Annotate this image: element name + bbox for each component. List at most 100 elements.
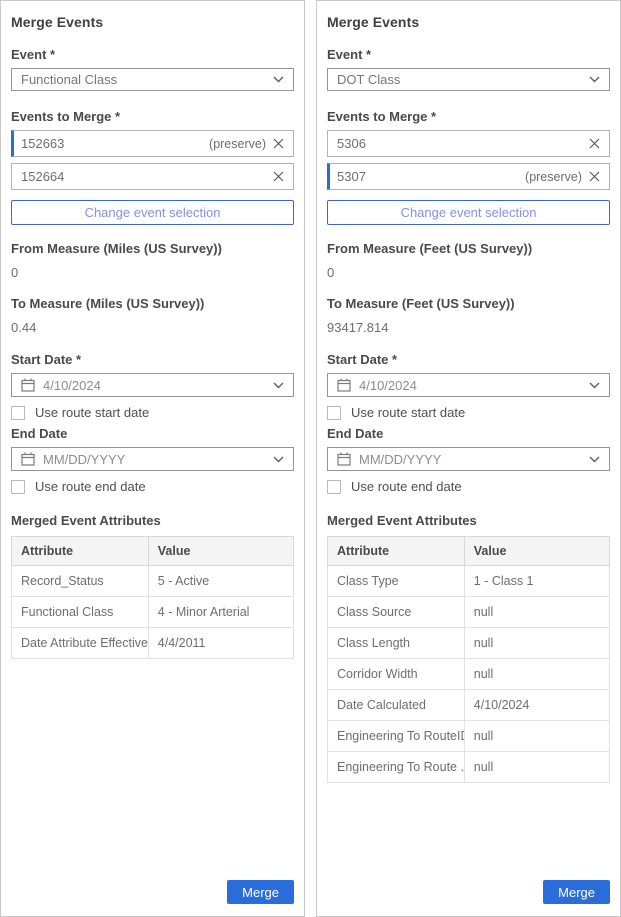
use-route-start-date-row: Use route start date bbox=[11, 405, 294, 420]
chevron-down-icon bbox=[273, 382, 284, 389]
end-date-input[interactable]: MM/DD/YYYY bbox=[11, 447, 294, 471]
start-date-value: 4/10/2024 bbox=[359, 378, 581, 393]
table-row: Record_Status 5 - Active bbox=[12, 566, 294, 597]
preserve-badge: (preserve) bbox=[525, 170, 582, 184]
end-date-input[interactable]: MM/DD/YYYY bbox=[327, 447, 610, 471]
value-header: Value bbox=[148, 537, 293, 566]
end-date-value: MM/DD/YYYY bbox=[43, 452, 265, 467]
attribute-cell: Corridor Width bbox=[328, 659, 465, 690]
attribute-cell: Engineering To Route ... bbox=[328, 752, 465, 783]
chevron-down-icon bbox=[589, 76, 600, 83]
merge-events-panel-left: Merge Events Event * Functional Class Ev… bbox=[0, 0, 305, 917]
change-event-selection-button[interactable]: Change event selection bbox=[327, 200, 610, 225]
event-select-value: Functional Class bbox=[21, 72, 117, 87]
table-row: Corridor Width null bbox=[328, 659, 610, 690]
attribute-cell: Class Type bbox=[328, 566, 465, 597]
table-row: Class Type 1 - Class 1 bbox=[328, 566, 610, 597]
start-date-input[interactable]: 4/10/2024 bbox=[327, 373, 610, 397]
value-cell: null bbox=[464, 628, 609, 659]
merged-attributes-table: Attribute Value Class Type 1 - Class 1 C… bbox=[327, 536, 610, 783]
events-to-merge-label: Events to Merge * bbox=[327, 109, 610, 124]
from-measure-value: 0 bbox=[11, 265, 294, 280]
attribute-header: Attribute bbox=[328, 537, 465, 566]
use-route-start-date-label: Use route start date bbox=[35, 405, 149, 420]
calendar-icon bbox=[337, 378, 351, 392]
table-row: Class Length null bbox=[328, 628, 610, 659]
use-route-end-date-checkbox[interactable] bbox=[327, 480, 341, 494]
to-measure-value: 93417.814 bbox=[327, 320, 610, 335]
attribute-cell: Class Source bbox=[328, 597, 465, 628]
value-cell: 4/10/2024 bbox=[464, 690, 609, 721]
remove-event-button[interactable] bbox=[273, 171, 284, 182]
to-measure-label: To Measure (Miles (US Survey)) bbox=[11, 296, 294, 311]
start-date-label: Start Date * bbox=[327, 352, 610, 367]
use-route-start-date-row: Use route start date bbox=[327, 405, 610, 420]
table-row: Engineering To RouteID null bbox=[328, 721, 610, 752]
end-date-label: End Date bbox=[327, 426, 610, 441]
event-label: Event * bbox=[11, 47, 294, 62]
calendar-icon bbox=[21, 452, 35, 466]
merged-attributes-label: Merged Event Attributes bbox=[327, 513, 610, 528]
attribute-header: Attribute bbox=[12, 537, 149, 566]
event-id: 5307 bbox=[337, 169, 366, 184]
event-label: Event * bbox=[327, 47, 610, 62]
merge-event-item[interactable]: 5307 (preserve) bbox=[327, 163, 610, 190]
change-event-selection-button[interactable]: Change event selection bbox=[11, 200, 294, 225]
chevron-down-icon bbox=[589, 456, 600, 463]
table-header-row: Attribute Value bbox=[328, 537, 610, 566]
remove-event-button[interactable] bbox=[589, 171, 600, 182]
merge-event-item[interactable]: 152663 (preserve) bbox=[11, 130, 294, 157]
calendar-icon bbox=[21, 378, 35, 392]
end-date-label: End Date bbox=[11, 426, 294, 441]
use-route-end-date-label: Use route end date bbox=[35, 479, 146, 494]
close-icon bbox=[273, 138, 284, 149]
to-measure-label: To Measure (Feet (US Survey)) bbox=[327, 296, 610, 311]
start-date-value: 4/10/2024 bbox=[43, 378, 265, 393]
from-measure-value: 0 bbox=[327, 265, 610, 280]
event-select[interactable]: DOT Class bbox=[327, 68, 610, 91]
value-cell: null bbox=[464, 659, 609, 690]
value-cell: 4/4/2011 bbox=[148, 628, 293, 659]
start-date-input[interactable]: 4/10/2024 bbox=[11, 373, 294, 397]
attribute-cell: Date Attribute Effective bbox=[12, 628, 149, 659]
attribute-cell: Functional Class bbox=[12, 597, 149, 628]
attribute-cell: Record_Status bbox=[12, 566, 149, 597]
from-measure-label: From Measure (Feet (US Survey)) bbox=[327, 241, 610, 256]
close-icon bbox=[273, 171, 284, 182]
end-date-value: MM/DD/YYYY bbox=[359, 452, 581, 467]
merge-event-item[interactable]: 152664 bbox=[11, 163, 294, 190]
merged-attributes-table: Attribute Value Record_Status 5 - Active… bbox=[11, 536, 294, 659]
merge-button[interactable]: Merge bbox=[227, 880, 294, 904]
value-header: Value bbox=[464, 537, 609, 566]
use-route-end-date-row: Use route end date bbox=[327, 479, 610, 494]
value-cell: 5 - Active bbox=[148, 566, 293, 597]
value-cell: null bbox=[464, 597, 609, 628]
panel-footer: Merge bbox=[11, 880, 294, 904]
event-select-value: DOT Class bbox=[337, 72, 400, 87]
merge-event-item[interactable]: 5306 bbox=[327, 130, 610, 157]
attribute-cell: Class Length bbox=[328, 628, 465, 659]
value-cell: 4 - Minor Arterial bbox=[148, 597, 293, 628]
table-row: Date Calculated 4/10/2024 bbox=[328, 690, 610, 721]
page-title: Merge Events bbox=[11, 14, 294, 30]
merge-button[interactable]: Merge bbox=[543, 880, 610, 904]
remove-event-button[interactable] bbox=[589, 138, 600, 149]
start-date-label: Start Date * bbox=[11, 352, 294, 367]
close-icon bbox=[589, 138, 600, 149]
events-to-merge-label: Events to Merge * bbox=[11, 109, 294, 124]
event-id: 152664 bbox=[21, 169, 64, 184]
event-select[interactable]: Functional Class bbox=[11, 68, 294, 91]
use-route-end-date-checkbox[interactable] bbox=[11, 480, 25, 494]
value-cell: null bbox=[464, 721, 609, 752]
remove-event-button[interactable] bbox=[273, 138, 284, 149]
to-measure-value: 0.44 bbox=[11, 320, 294, 335]
table-row: Functional Class 4 - Minor Arterial bbox=[12, 597, 294, 628]
value-cell: 1 - Class 1 bbox=[464, 566, 609, 597]
preserve-badge: (preserve) bbox=[209, 137, 266, 151]
close-icon bbox=[589, 171, 600, 182]
calendar-icon bbox=[337, 452, 351, 466]
chevron-down-icon bbox=[589, 382, 600, 389]
use-route-start-date-checkbox[interactable] bbox=[327, 406, 341, 420]
use-route-start-date-checkbox[interactable] bbox=[11, 406, 25, 420]
chevron-down-icon bbox=[273, 76, 284, 83]
